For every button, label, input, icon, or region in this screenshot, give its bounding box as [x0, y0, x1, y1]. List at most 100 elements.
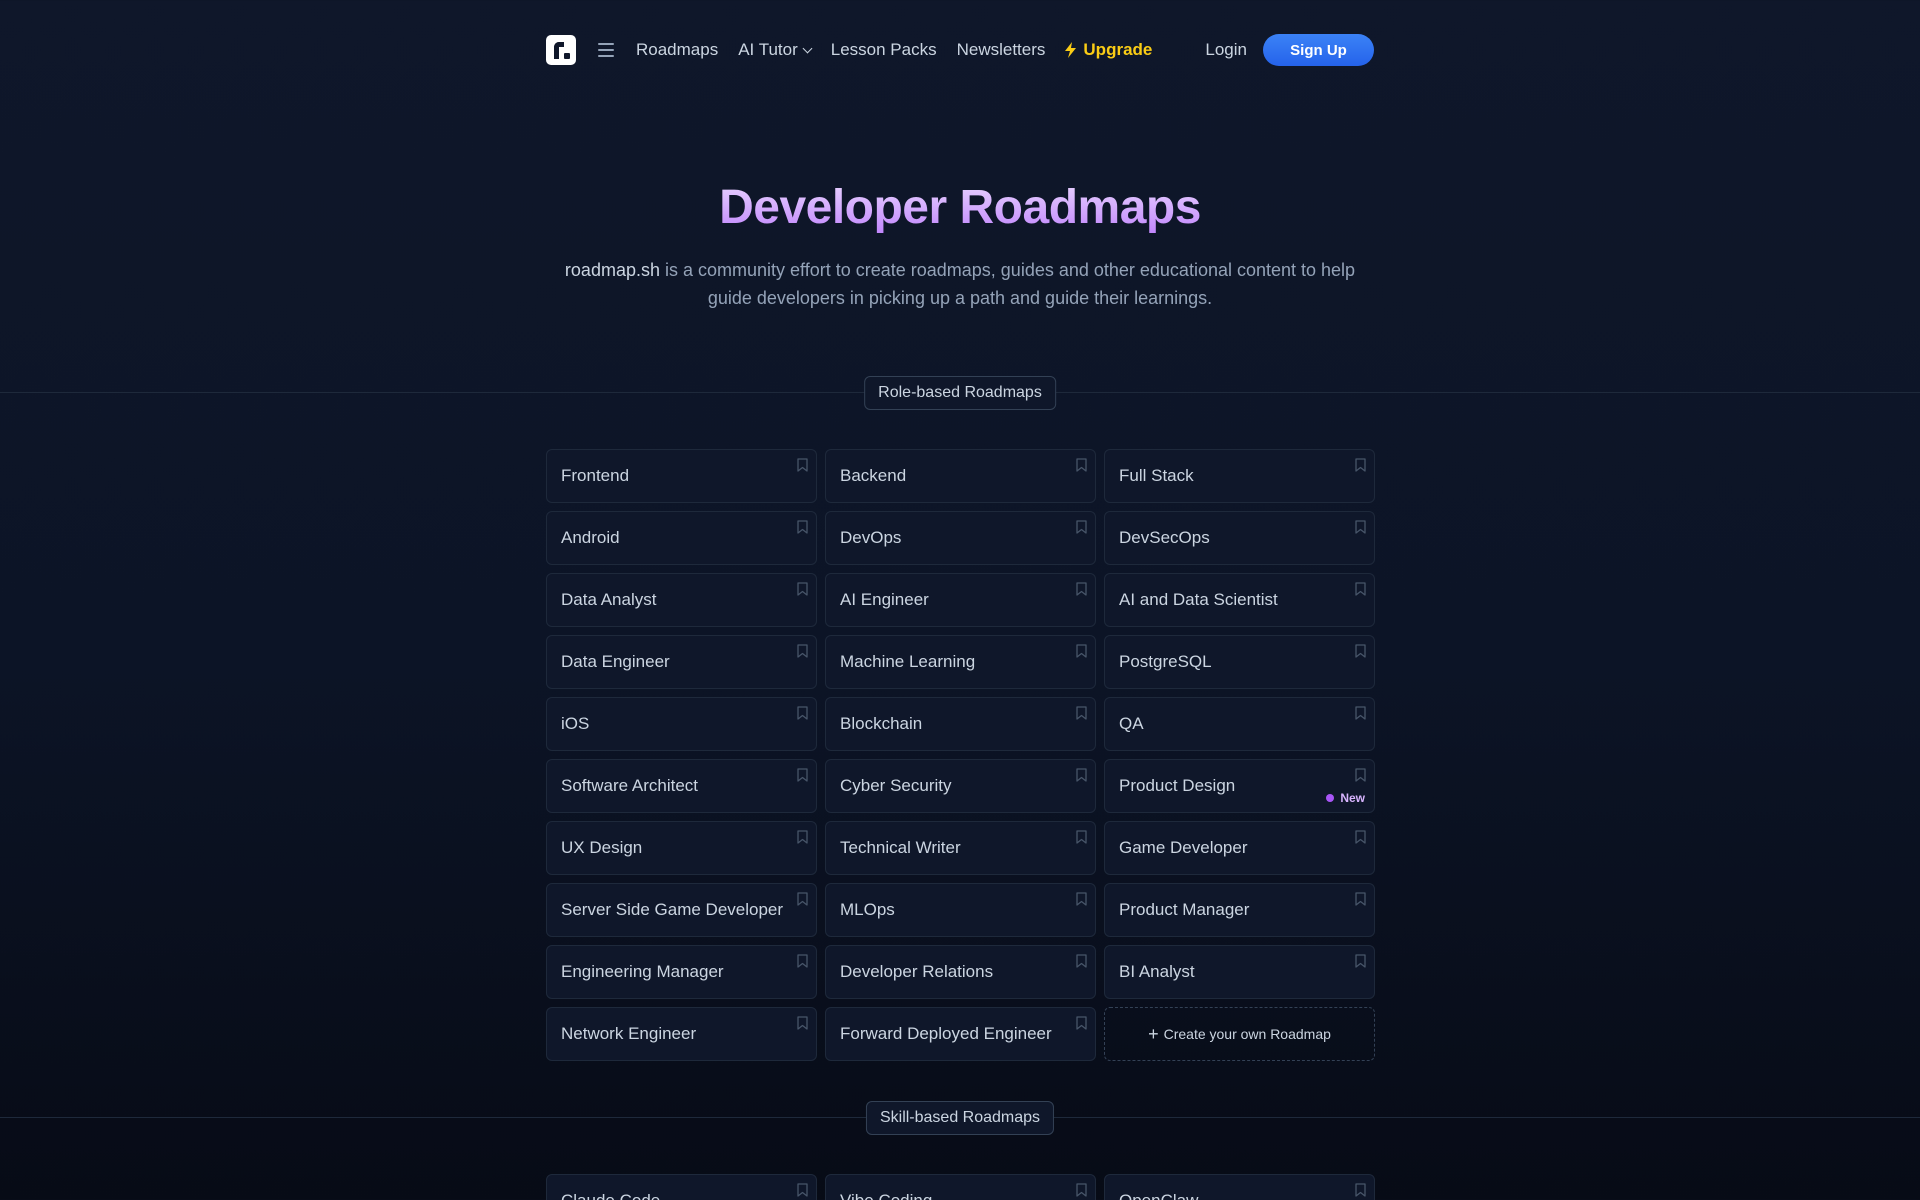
roadmap-card-label: iOS	[561, 714, 590, 733]
bookmark-icon[interactable]	[1076, 582, 1087, 596]
bookmark-icon[interactable]	[797, 520, 808, 534]
nav-roadmaps-link[interactable]: Roadmaps	[636, 40, 718, 60]
roadmap-card-label: UX Design	[561, 838, 643, 857]
bookmark-icon[interactable]	[1355, 892, 1366, 906]
roadmap-card[interactable]: Vibe Coding	[825, 1174, 1096, 1200]
roadmap-card-label: DevSecOps	[1119, 528, 1210, 547]
hero-description: roadmap.sh is a community effort to crea…	[550, 256, 1370, 312]
roadmap-card[interactable]: Forward Deployed Engineer	[825, 1007, 1096, 1061]
roadmap-card-label: Vibe Coding	[840, 1191, 932, 1200]
bookmark-icon[interactable]	[797, 830, 808, 844]
roadmap-card[interactable]: Data Analyst	[546, 573, 817, 627]
bookmark-icon[interactable]	[1355, 830, 1366, 844]
bookmark-icon[interactable]	[1076, 1016, 1087, 1030]
lightning-icon	[1065, 42, 1077, 58]
roadmap-card-label: Machine Learning	[840, 652, 976, 671]
roadmap-card[interactable]: Cyber Security	[825, 759, 1096, 813]
hamburger-menu-icon[interactable]	[598, 43, 614, 57]
bookmark-icon[interactable]	[797, 768, 808, 782]
roadmap-card-label: Claude Code	[561, 1191, 660, 1200]
bookmark-icon[interactable]	[1076, 768, 1087, 782]
roadmap-logo-icon[interactable]	[546, 35, 576, 65]
roadmap-card[interactable]: Engineering Manager	[546, 945, 817, 999]
roadmap-card[interactable]: Backend	[825, 449, 1096, 503]
bookmark-icon[interactable]	[1076, 706, 1087, 720]
bookmark-icon[interactable]	[1355, 520, 1366, 534]
roadmap-card[interactable]: UX Design	[546, 821, 817, 875]
roadmap-card[interactable]: MLOps	[825, 883, 1096, 937]
roadmap-card[interactable]: Product Design New	[1104, 759, 1375, 813]
signup-button[interactable]: Sign Up	[1263, 34, 1374, 66]
top-navbar: Roadmaps AI Tutor Lesson Packs Newslette…	[546, 34, 1374, 66]
roadmap-card-label: Product Manager	[1119, 900, 1250, 919]
roadmap-card-label: AI and Data Scientist	[1119, 590, 1278, 609]
bookmark-icon[interactable]	[797, 582, 808, 596]
roadmap-card[interactable]: Network Engineer	[546, 1007, 817, 1061]
bookmark-icon[interactable]	[1076, 892, 1087, 906]
roadmap-card[interactable]: Product Manager	[1104, 883, 1375, 937]
roadmap-card[interactable]: Technical Writer	[825, 821, 1096, 875]
bookmark-icon[interactable]	[1076, 954, 1087, 968]
roadmap-card[interactable]: Frontend	[546, 449, 817, 503]
roadmap-card[interactable]: Data Engineer	[546, 635, 817, 689]
bookmark-icon[interactable]	[797, 644, 808, 658]
roadmap-card[interactable]: AI and Data Scientist	[1104, 573, 1375, 627]
bookmark-icon[interactable]	[1076, 458, 1087, 472]
roadmap-card-label: Game Developer	[1119, 838, 1248, 857]
roadmap-card[interactable]: BI Analyst	[1104, 945, 1375, 999]
bookmark-icon[interactable]	[1355, 1183, 1366, 1197]
hero-description-text: is a community effort to create roadmaps…	[659, 260, 1356, 308]
bookmark-icon[interactable]	[797, 1016, 808, 1030]
bookmark-icon[interactable]	[1355, 582, 1366, 596]
bookmark-icon[interactable]	[797, 458, 808, 472]
create-roadmap-button[interactable]: + Create your own Roadmap	[1104, 1007, 1375, 1061]
roadmap-card[interactable]: Machine Learning	[825, 635, 1096, 689]
roadmap-card[interactable]: iOS	[546, 697, 817, 751]
bookmark-icon[interactable]	[1076, 644, 1087, 658]
bookmark-icon[interactable]	[797, 892, 808, 906]
roadmap-card[interactable]: DevSecOps	[1104, 511, 1375, 565]
upgrade-link[interactable]: Upgrade	[1065, 40, 1152, 60]
new-badge: New	[1326, 791, 1365, 805]
roadmap-card-label: Technical Writer	[840, 838, 961, 857]
roadmap-card-label: Forward Deployed Engineer	[840, 1024, 1052, 1043]
roadmap-card[interactable]: OpenClaw	[1104, 1174, 1375, 1200]
roadmap-card-label: MLOps	[840, 900, 895, 919]
bookmark-icon[interactable]	[1355, 706, 1366, 720]
bookmark-icon[interactable]	[1355, 458, 1366, 472]
roadmap-card[interactable]: Blockchain	[825, 697, 1096, 751]
roadmap-card[interactable]: QA	[1104, 697, 1375, 751]
roadmap-card[interactable]: Server Side Game Developer	[546, 883, 817, 937]
roadmap-card[interactable]: Android	[546, 511, 817, 565]
nav-lesson-packs-link[interactable]: Lesson Packs	[831, 40, 937, 60]
bookmark-icon[interactable]	[1076, 830, 1087, 844]
skill-roadmap-grid: Claude Code Vibe Coding OpenClaw	[546, 1174, 1375, 1200]
badge-dot-icon	[1326, 794, 1335, 802]
roadmap-card-label: Android	[561, 528, 620, 547]
roadmap-card[interactable]: Game Developer	[1104, 821, 1375, 875]
roadmap-card[interactable]: Full Stack	[1104, 449, 1375, 503]
new-badge-label: New	[1340, 791, 1365, 805]
bookmark-icon[interactable]	[1355, 768, 1366, 782]
plus-icon: +	[1148, 1024, 1159, 1044]
nav-ai-tutor-dropdown[interactable]: AI Tutor	[738, 40, 813, 60]
roadmap-card[interactable]: Developer Relations	[825, 945, 1096, 999]
login-link[interactable]: Login	[1205, 40, 1247, 60]
roadmap-card[interactable]: DevOps	[825, 511, 1096, 565]
bookmark-icon[interactable]	[1355, 644, 1366, 658]
bookmark-icon[interactable]	[1076, 1183, 1087, 1197]
nav-newsletters-link[interactable]: Newsletters	[957, 40, 1046, 60]
bookmark-icon[interactable]	[797, 1183, 808, 1197]
bookmark-icon[interactable]	[797, 954, 808, 968]
roadmap-card-label: Backend	[840, 466, 907, 485]
bookmark-icon[interactable]	[1355, 954, 1366, 968]
roadmap-card[interactable]: Software Architect	[546, 759, 817, 813]
roadmap-card[interactable]: AI Engineer	[825, 573, 1096, 627]
roadmap-card-label: Software Architect	[561, 776, 699, 795]
roadmap-card-label: OpenClaw	[1119, 1191, 1198, 1200]
bookmark-icon[interactable]	[797, 706, 808, 720]
roadmap-card[interactable]: PostgreSQL	[1104, 635, 1375, 689]
roadmap-card[interactable]: Claude Code	[546, 1174, 817, 1200]
roadmap-card-label: Blockchain	[840, 714, 923, 733]
bookmark-icon[interactable]	[1076, 520, 1087, 534]
